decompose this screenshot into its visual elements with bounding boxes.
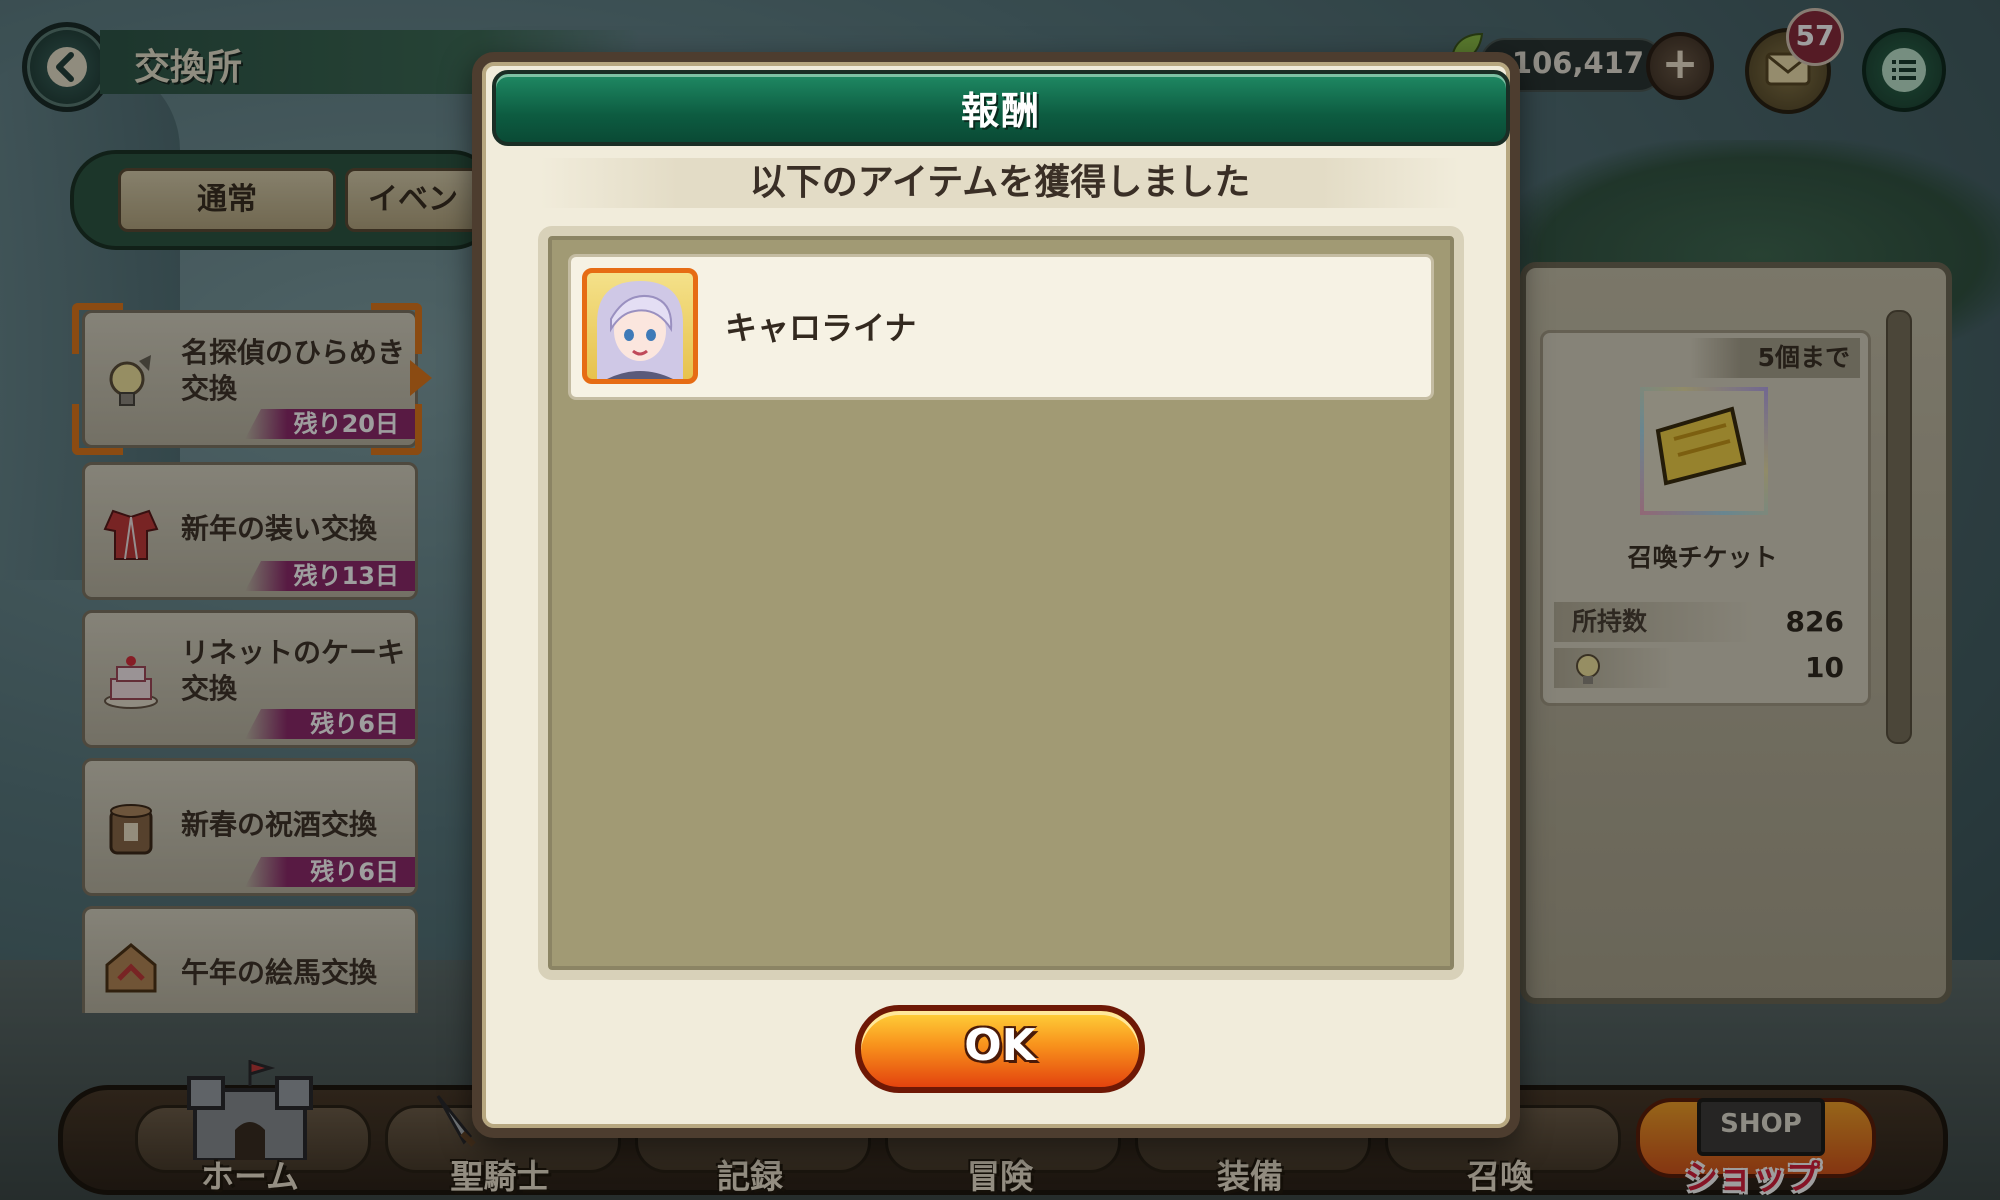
character-portrait-icon	[582, 268, 698, 384]
reward-message: 以下のアイテムを獲得しました	[749, 162, 1251, 203]
reward-item-name: キャロライナ	[725, 309, 917, 347]
ok-button-label: OK	[964, 1020, 1036, 1071]
reward-dialog-title: 報酬	[960, 89, 1041, 133]
